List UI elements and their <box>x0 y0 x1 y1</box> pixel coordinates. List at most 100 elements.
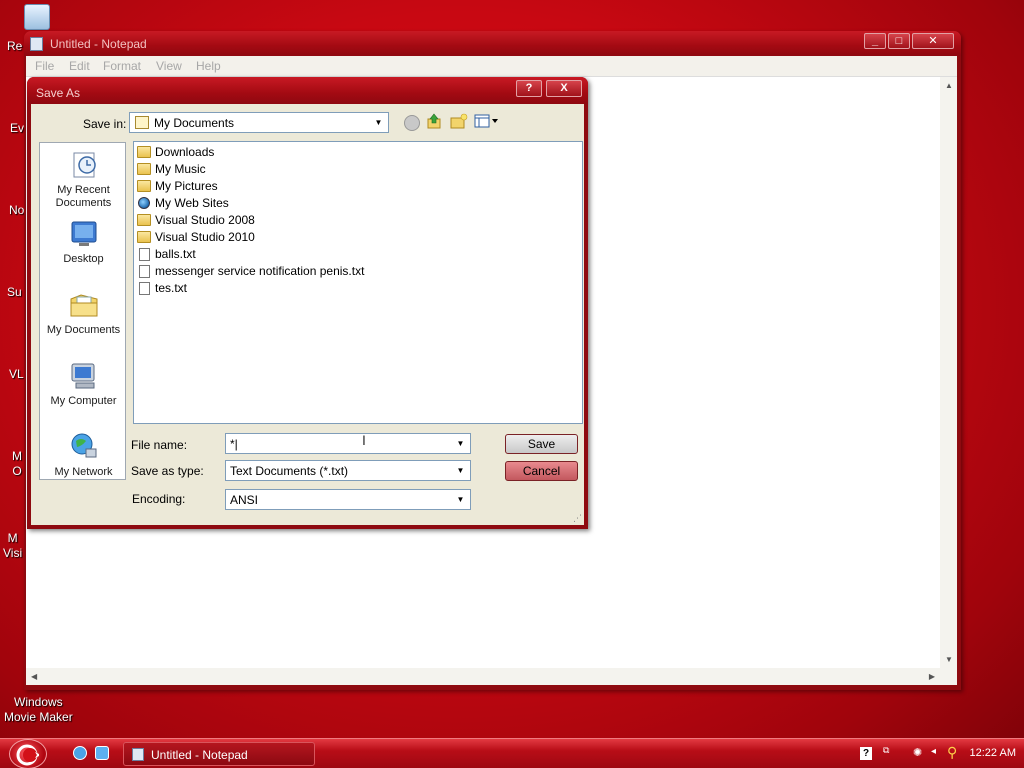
folder-icon <box>137 214 151 226</box>
place-label: My Computer <box>50 395 117 407</box>
minimize-icon: _ <box>871 35 879 47</box>
encoding-value: ANSI <box>230 493 259 507</box>
desktop-icon-label[interactable]: Su <box>7 285 22 300</box>
save-as-type-dropdown[interactable]: Text Documents (*.txt) ▼ <box>225 460 471 481</box>
list-item[interactable]: tes.txt <box>137 280 187 296</box>
menu-file[interactable]: File <box>35 59 54 73</box>
clock: 12:22 AM <box>969 747 1016 759</box>
system-tray: ? ⧉ ✺ ◂ ⚲ 12:22 AM <box>857 739 1024 768</box>
text-file-icon <box>139 281 150 295</box>
place-my-documents[interactable]: My Documents <box>40 289 127 337</box>
desktop-icon-windows-movie-maker[interactable]: Windows Movie Maker <box>4 695 73 725</box>
volume-icon[interactable]: ◂ <box>931 746 936 757</box>
dialog-titlebar[interactable]: Save As ? X <box>27 77 588 104</box>
my-documents-icon <box>68 289 100 321</box>
menu-help[interactable]: Help <box>196 59 221 73</box>
dialog-title: Save As <box>36 86 81 100</box>
resize-grip-icon[interactable]: ⋰ <box>573 513 582 524</box>
scroll-up-icon[interactable]: ▲ <box>945 81 953 90</box>
search-icon[interactable]: ⚲ <box>947 744 957 761</box>
encoding-label: Encoding: <box>132 492 186 506</box>
place-label: My Network <box>54 466 113 478</box>
places-bar: My Recent Documents Desktop My Documents… <box>39 142 126 480</box>
file-name: messenger service notification penis.txt <box>155 264 365 278</box>
file-name: Visual Studio 2010 <box>155 230 255 244</box>
notepad-title: Untitled - Notepad <box>50 37 147 51</box>
file-name: Visual Studio 2008 <box>155 213 255 227</box>
taskbar: Untitled - Notepad ? ⧉ ✺ ◂ ⚲ 12:22 AM <box>0 738 1024 768</box>
file-name: balls.txt <box>155 247 196 261</box>
restore-windows-icon[interactable]: ⧉ <box>883 745 889 756</box>
internet-explorer-icon[interactable] <box>73 746 87 760</box>
new-folder-icon[interactable] <box>450 113 468 129</box>
desktop-icon <box>68 218 100 250</box>
start-button[interactable] <box>9 739 47 768</box>
save-in-dropdown[interactable]: My Documents ▼ <box>129 112 389 133</box>
save-in-value: My Documents <box>154 116 235 130</box>
vertical-scrollbar[interactable]: ▲ ▼ <box>940 77 957 668</box>
save-in-label: Save in: <box>83 117 127 131</box>
chevron-down-icon[interactable]: ▼ <box>452 462 469 479</box>
desktop-icon-label[interactable]: VL <box>9 367 24 382</box>
menu-format[interactable]: Format <box>103 59 141 73</box>
list-item[interactable]: My Music <box>137 161 206 177</box>
desktop-icon-label[interactable]: No <box>9 203 24 218</box>
place-label: Desktop <box>63 253 104 265</box>
text-file-icon <box>139 247 150 261</box>
list-item[interactable]: My Web Sites <box>137 195 229 211</box>
horizontal-scrollbar[interactable]: ◀ ▶ <box>26 668 940 685</box>
size-grip[interactable] <box>940 668 957 685</box>
list-item[interactable]: balls.txt <box>137 246 196 262</box>
views-menu-icon[interactable] <box>474 114 500 130</box>
menu-edit[interactable]: Edit <box>69 59 90 73</box>
place-my-network[interactable]: My Network <box>40 431 127 479</box>
recent-documents-icon <box>68 149 100 181</box>
desktop-icon-label[interactable]: Re <box>7 39 22 54</box>
desktop-icon-label[interactable]: M O <box>12 449 22 479</box>
scroll-left-icon[interactable]: ◀ <box>31 672 37 681</box>
notepad-titlebar[interactable]: Untitled - Notepad _ □ ✕ <box>24 31 961 56</box>
maximize-icon: □ <box>895 35 903 47</box>
cancel-button[interactable]: Cancel <box>505 461 578 481</box>
my-documents-small-icon <box>135 116 149 129</box>
help-icon[interactable]: ? <box>860 747 872 760</box>
list-item[interactable]: My Pictures <box>137 178 218 194</box>
dialog-body: Save in: My Documents ▼ My Recent Docume… <box>31 104 584 525</box>
up-folder-icon[interactable] <box>427 113 443 129</box>
save-button[interactable]: Save <box>505 434 578 454</box>
folder-icon <box>137 146 151 158</box>
dialog-close-button[interactable]: X <box>546 80 582 97</box>
desktop-recycle-bin-icon[interactable] <box>24 4 50 30</box>
desktop-icon-label[interactable]: M Visi <box>3 531 22 561</box>
encoding-dropdown[interactable]: ANSI ▼ <box>225 489 471 510</box>
file-name-field[interactable]: *| ▼ <box>225 433 471 454</box>
file-name-label: File name: <box>131 438 188 452</box>
list-item[interactable]: messenger service notification penis.txt <box>137 263 364 279</box>
file-name: Downloads <box>155 145 215 159</box>
chevron-down-icon[interactable]: ▼ <box>452 435 469 452</box>
list-item[interactable]: Visual Studio 2008 <box>137 212 255 228</box>
scroll-right-icon[interactable]: ▶ <box>929 672 935 681</box>
place-my-computer[interactable]: My Computer <box>40 360 127 408</box>
place-desktop[interactable]: Desktop <box>40 218 127 266</box>
scroll-down-icon[interactable]: ▼ <box>945 655 953 664</box>
minimize-button[interactable]: _ <box>864 33 886 49</box>
notepad-icon <box>30 37 43 51</box>
windows-explorer-icon[interactable] <box>95 746 109 760</box>
menu-view[interactable]: View <box>156 59 182 73</box>
taskbar-button-notepad[interactable]: Untitled - Notepad <box>123 742 315 766</box>
my-network-icon <box>68 431 100 463</box>
notepad-menubar: File Edit Format View Help <box>26 56 957 77</box>
close-button[interactable]: ✕ <box>912 33 954 49</box>
file-list[interactable]: Downloads My Music My Pictures My Web Si… <box>133 141 583 424</box>
chevron-down-icon[interactable]: ▼ <box>370 114 387 131</box>
network-activity-icon[interactable]: ✺ <box>913 746 922 759</box>
list-item[interactable]: Visual Studio 2010 <box>137 229 255 245</box>
desktop-icon-label[interactable]: Ev <box>10 121 24 136</box>
chevron-down-icon[interactable]: ▼ <box>452 491 469 508</box>
list-item[interactable]: Downloads <box>137 144 214 160</box>
back-icon[interactable] <box>404 115 420 131</box>
maximize-button[interactable]: □ <box>888 33 910 49</box>
help-button[interactable]: ? <box>516 80 542 97</box>
place-my-recent-documents[interactable]: My Recent Documents <box>40 149 127 210</box>
